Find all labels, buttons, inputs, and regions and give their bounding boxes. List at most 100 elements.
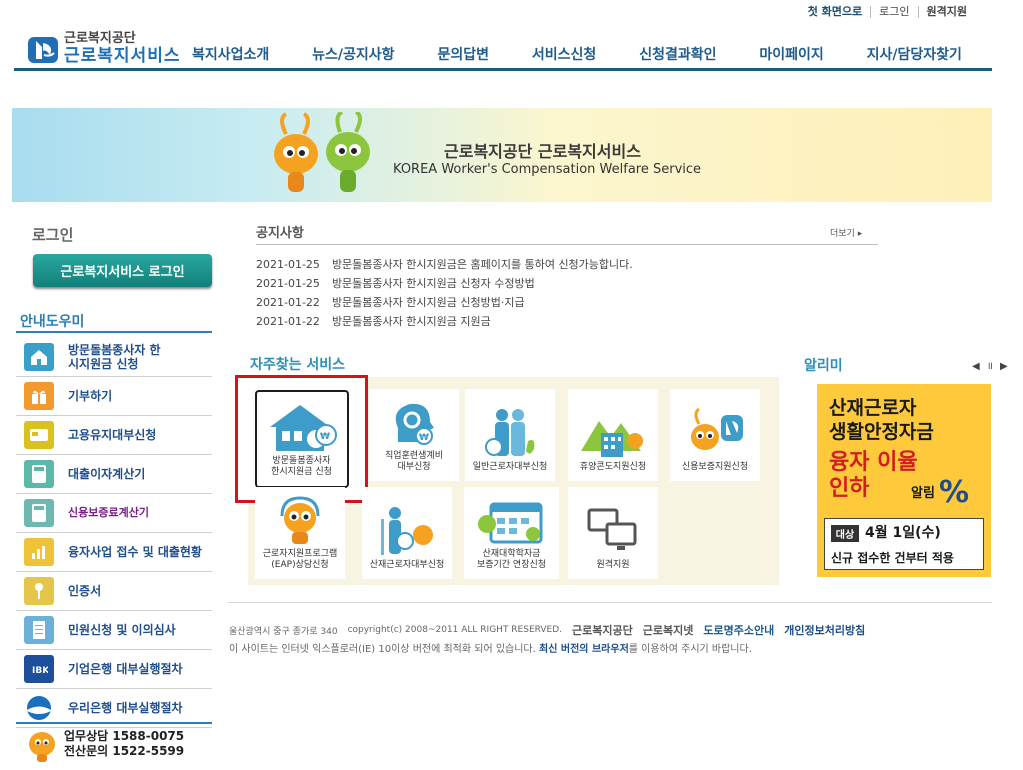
banner-subtitle: KOREA Worker's Compensation Welfare Serv… xyxy=(393,162,702,177)
nav-qna[interactable]: 문의답변 xyxy=(437,44,489,64)
guide-item-ibk-procedure[interactable]: IBK 기업은행 대부실행절차 xyxy=(16,650,212,689)
alimi-info-box: 대상 4월 1일(수) 신규 접수한 건부터 적용 xyxy=(824,518,984,570)
alimi-line3: 융자 이율 xyxy=(829,450,918,475)
tile-eap-counseling[interactable]: 근로자지원프로그램 (EAP)상담신청 xyxy=(255,487,345,579)
guide-item-label: 대출이자계산기 xyxy=(68,467,146,481)
guide-item-guarantee-calculator[interactable]: 신용보증료계산기 xyxy=(16,494,212,533)
logo-subtitle: 근로복지공단 xyxy=(64,31,136,46)
alimi-line4: 인하 xyxy=(829,476,870,501)
house-icon xyxy=(24,342,54,371)
notice-text: 방문돌봄종사자 한시지원금 신청방법·지급 xyxy=(331,296,525,309)
nav-service-apply[interactable]: 서비스신청 xyxy=(532,44,596,64)
guide-end-divider xyxy=(16,722,212,724)
tile-industrial-loan[interactable]: 산재근로자대부신청 xyxy=(362,487,452,579)
main-banner: 근로복지공단 근로복지서비스 KOREA Worker's Compensati… xyxy=(12,108,992,202)
nav-mypage[interactable]: 마이페이지 xyxy=(759,44,823,64)
guide-item-civil-complaint[interactable]: 민원신청 및 이의심사 xyxy=(16,611,212,650)
footer-copyright: copyright(c) 2008~2011 ALL RIGHT RESERVE… xyxy=(347,625,563,635)
favorites-heading: 자주찾는 서비스 xyxy=(250,357,346,373)
monitor-icon xyxy=(587,508,637,550)
footer-org-logo[interactable]: 근로복지공단 xyxy=(572,622,633,638)
guide-item-label: 고용유지대부신청 xyxy=(68,428,157,442)
site-logo[interactable]: 근로복지공단 근로복지서비스 xyxy=(28,32,180,66)
header-divider xyxy=(14,68,992,71)
tile-remote-support[interactable]: 원격지원 xyxy=(568,487,658,579)
tile-label: 산재근로자대부신청 xyxy=(369,560,445,570)
tile-condo-support[interactable]: 휴양콘도지원신청 xyxy=(568,389,658,481)
footer-welfare-net[interactable]: 근로복지넷 xyxy=(643,622,694,638)
alimi-controls[interactable]: ◀ ॥ ▶ xyxy=(972,358,1010,372)
tile-tuition-extension[interactable]: 산재대학학자금 보증기간 연장신청 xyxy=(464,487,559,579)
tile-credit-guarantee[interactable]: 신용보증지원신청 xyxy=(670,389,760,481)
contact-business: 업무상담 1588-0075 xyxy=(64,729,185,743)
guide-item-certificate[interactable]: 인증서 xyxy=(16,572,212,611)
nav-result-check[interactable]: 신청결과확인 xyxy=(639,44,716,64)
home-link[interactable]: 첫 화면으로 xyxy=(800,6,870,18)
remote-support-link[interactable]: 원격지원 xyxy=(917,6,975,18)
guide-item-care-worker-subsidy[interactable]: 방문돌봄종사자 한시지원금 신청 xyxy=(16,337,212,377)
latest-browser-link[interactable]: 최신 버전의 브라우저 xyxy=(539,644,629,655)
notice-row[interactable]: 2021-01-25 방문돌봄종사자 한시지원금 신청자 수정방법 xyxy=(256,276,633,295)
guide-list: 방문돌봄종사자 한시지원금 신청 기부하기 고용유지대부신청 대출이자계산기 신… xyxy=(16,337,212,728)
tile-label: 근로자지원프로그램 (EAP)상담신청 xyxy=(262,549,338,570)
notice-row[interactable]: 2021-01-22 방문돌봄종사자 한시지원금 지원금 xyxy=(256,314,633,333)
head-gear-icon: ₩ xyxy=(395,403,434,445)
notice-text: 방문돌봄종사자 한시지원금 지원금 xyxy=(331,315,491,328)
alimi-heading: 알리미 xyxy=(804,358,843,374)
utility-nav: 첫 화면으로 로그인 원격지원 xyxy=(800,6,975,18)
guide-item-label: 인증서 xyxy=(68,584,102,598)
people-icon xyxy=(485,409,535,456)
calculator-icon xyxy=(24,499,54,527)
logo-icon xyxy=(28,37,58,63)
tile-label: 산재대학학자금 보증기간 연장신청 xyxy=(476,549,547,570)
tile-care-worker-subsidy[interactable]: ₩ 방문돌봄종사자 한시지원금 신청 xyxy=(235,375,368,503)
guide-item-donate[interactable]: 기부하기 xyxy=(16,377,212,416)
notice-row[interactable]: 2021-01-22 방문돌봄종사자 한시지원금 신청방법·지급 xyxy=(256,295,633,314)
ibk-icon: IBK xyxy=(24,655,54,683)
notice-list: 2021-01-25 방문돌봄종사자 한시지원금은 홈페이지를 통하여 신청가능… xyxy=(256,257,633,333)
road-address-link[interactable]: 도로명주소안내 xyxy=(703,622,774,638)
notice-more-link[interactable]: 더보기 ▸ xyxy=(830,226,862,239)
svg-text:IBK: IBK xyxy=(32,666,48,676)
notice-date: 2021-01-25 xyxy=(256,277,320,290)
login-link[interactable]: 로그인 xyxy=(870,6,917,18)
notice-divider xyxy=(256,244,878,245)
tile-label: 원격지원 xyxy=(596,560,630,570)
service-login-button[interactable]: 근로복지서비스 로그인 xyxy=(33,254,212,287)
guide-item-label: 기업은행 대부실행절차 xyxy=(68,662,183,676)
alimi-heading-lines: 산재근로자 생활안정자금 xyxy=(829,396,934,444)
alimi-banner[interactable]: 산재근로자 생활안정자금 융자 이율 인하 알림 % 대상 4월 1일(수) 신… xyxy=(817,384,991,577)
main-nav: 복지사업소개 뉴스/공지사항 문의답변 서비스신청 신청결과확인 마이페이지 지… xyxy=(192,44,962,64)
browser-notice-post: 를 이용하여 주시기 바랍니다. xyxy=(628,644,752,655)
alimi-desc: 신규 접수한 건부터 적용 xyxy=(831,551,954,565)
svg-text:₩: ₩ xyxy=(419,433,429,443)
contact-info: 업무상담 1588-0075 전산문의 1522-5599 xyxy=(26,726,184,762)
nav-branch-finder[interactable]: 지사/담당자찾기 xyxy=(867,44,962,64)
guide-item-loan-status[interactable]: 융자사업 접수 및 대출현황 xyxy=(16,533,212,572)
logo-title: 근로복지서비스 xyxy=(64,46,181,66)
tile-label: 방문돌봄종사자 한시지원금 신청 xyxy=(271,456,332,477)
login-heading: 로그인 xyxy=(32,226,74,244)
tile-general-loan[interactable]: 일반근로자대부신청 xyxy=(465,389,555,481)
tile-label: 일반근로자대부신청 xyxy=(472,462,548,472)
alimi-line5: 알림 xyxy=(911,486,935,501)
mascot-shield-icon xyxy=(691,407,743,450)
alimi-date: 4월 1일(수) xyxy=(865,525,941,541)
alimi-line1: 산재근로자 xyxy=(829,397,917,419)
tile-vocational-loan[interactable]: ₩ 직업훈련생계비 대부신청 xyxy=(369,389,459,481)
notice-heading: 공지사항 xyxy=(256,226,304,241)
mountain-building-icon xyxy=(581,421,643,457)
guide-divider xyxy=(16,331,212,333)
banner-title: 근로복지공단 근로복지서비스 xyxy=(444,142,641,161)
mascot-phone-icon xyxy=(29,732,55,762)
notice-row[interactable]: 2021-01-25 방문돌봄종사자 한시지원금은 홈페이지를 통하여 신청가능… xyxy=(256,257,633,276)
guide-item-employment-loan[interactable]: 고용유지대부신청 xyxy=(16,416,212,455)
nav-welfare-intro[interactable]: 복지사업소개 xyxy=(192,44,269,64)
privacy-policy-link[interactable]: 개인정보처리방침 xyxy=(784,622,865,638)
contact-it: 전산문의 1522-5599 xyxy=(64,744,185,758)
notice-date: 2021-01-22 xyxy=(256,315,320,328)
notice-date: 2021-01-25 xyxy=(256,258,320,271)
guide-item-interest-calculator[interactable]: 대출이자계산기 xyxy=(16,455,212,494)
nav-news[interactable]: 뉴스/공지사항 xyxy=(312,44,394,64)
house-coin-icon: ₩ xyxy=(269,405,337,451)
